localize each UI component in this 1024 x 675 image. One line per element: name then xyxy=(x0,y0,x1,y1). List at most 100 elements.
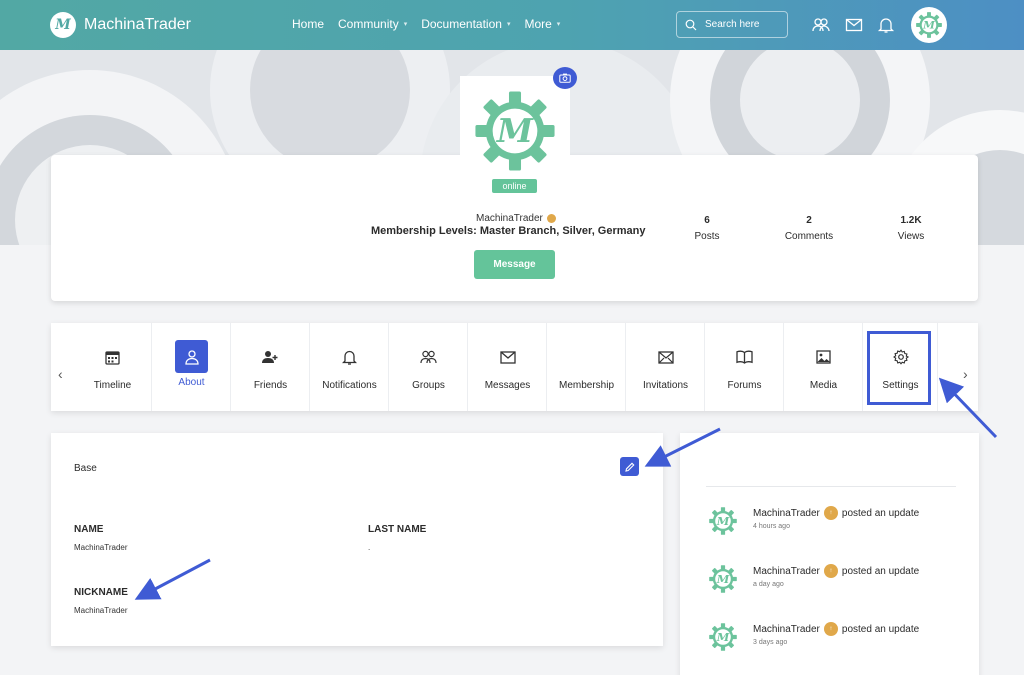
chevron-down-icon: ▾ xyxy=(506,21,511,28)
avatar-logo-icon xyxy=(916,12,942,38)
tab-membership-label: Membership xyxy=(558,380,615,391)
tab-about[interactable]: About xyxy=(153,323,231,411)
activity-avatar xyxy=(709,507,737,535)
settings-highlight-box xyxy=(867,331,931,405)
base-info-panel xyxy=(51,433,663,646)
tab-timeline-label: Timeline xyxy=(93,380,132,391)
tab-groups[interactable]: Groups xyxy=(390,323,468,411)
activity-avatar xyxy=(709,565,737,593)
activity-user[interactable]: MachinaTrader xyxy=(753,566,820,577)
activity-user[interactable]: MachinaTrader xyxy=(753,508,820,519)
user-icon xyxy=(175,340,208,373)
tab-invitations[interactable]: Invitations xyxy=(627,323,705,411)
tab-messages-label: Messages xyxy=(484,380,531,391)
nav-documentation-label: Documentation xyxy=(421,17,502,31)
stat-comments-label: Comments xyxy=(784,231,834,242)
camera-icon xyxy=(559,73,571,83)
tab-notifications[interactable]: Notifications xyxy=(311,323,389,411)
nav-home-label: Home xyxy=(292,17,325,31)
search-icon xyxy=(685,19,697,30)
groups-icon xyxy=(420,348,438,366)
activity-divider xyxy=(706,486,956,487)
bell-icon[interactable] xyxy=(877,16,895,34)
tab-membership[interactable]: Membership xyxy=(548,323,626,411)
activity-avatar xyxy=(709,623,737,651)
rank-badge-icon: ↑ xyxy=(823,622,838,636)
name-label: NAME xyxy=(74,524,104,535)
membership-levels: Membership Levels: Master Branch, Silver… xyxy=(371,225,646,237)
tab-media[interactable]: Media xyxy=(785,323,863,411)
change-photo-button[interactable] xyxy=(553,67,577,89)
stat-comments-value: 2 xyxy=(806,215,812,226)
nav-documentation[interactable]: Documentation ▾ xyxy=(421,17,510,31)
rank-badge-icon: ↑ xyxy=(823,564,838,578)
friends-icon[interactable] xyxy=(812,16,830,34)
add-friend-icon xyxy=(262,348,280,366)
user-avatar[interactable] xyxy=(911,7,947,43)
activity-action: posted an update xyxy=(841,623,920,635)
last-name-value: . xyxy=(368,543,371,552)
base-section-title: Base xyxy=(74,463,97,474)
membership-icon xyxy=(578,348,596,366)
envelope-icon[interactable] xyxy=(845,16,863,34)
nickname-label: NICKNAME xyxy=(74,587,128,598)
tab-about-label: About xyxy=(178,377,205,388)
chevron-down-icon: ▾ xyxy=(403,21,408,28)
activity-action: posted an update xyxy=(841,507,920,519)
calendar-icon xyxy=(104,348,122,366)
profile-name: MachinaTrader xyxy=(476,213,556,224)
activity-item[interactable]: MachinaTrader ↑ posted an update a day ago xyxy=(708,564,919,594)
chevron-left-icon[interactable]: ‹ xyxy=(58,366,63,382)
tab-invitations-label: Invitations xyxy=(642,380,689,391)
edit-button[interactable] xyxy=(620,457,639,476)
book-icon xyxy=(736,348,754,366)
brand-name: MachinaTrader xyxy=(84,16,192,33)
name-value: MachinaTrader xyxy=(74,543,128,552)
profile-logo-icon xyxy=(475,91,555,171)
tab-forums-label: Forums xyxy=(727,380,762,391)
nav-community[interactable]: Community ▾ xyxy=(338,17,407,31)
activity-action: posted an update xyxy=(841,565,920,577)
main-nav: Home Community ▾ Documentation ▾ More ▾ xyxy=(292,17,560,31)
envelope-icon xyxy=(499,348,517,366)
stat-views-value: 1.2K xyxy=(900,215,922,226)
chevron-right-icon[interactable]: › xyxy=(963,366,968,382)
tab-notifications-label: Notifications xyxy=(322,380,377,391)
activity-time: 4 hours ago xyxy=(753,523,790,530)
chevron-down-icon: ▾ xyxy=(556,21,561,28)
stat-views[interactable]: 1.2K Views xyxy=(876,215,946,242)
activity-item[interactable]: MachinaTrader ↑ posted an update 4 hours a… xyxy=(708,506,919,536)
search-box[interactable] xyxy=(676,11,788,38)
tab-forums[interactable]: Forums xyxy=(706,323,784,411)
tab-friends[interactable]: Friends xyxy=(232,323,310,411)
pencil-icon xyxy=(624,462,634,472)
stat-comments[interactable]: 2 Comments xyxy=(774,215,844,242)
tab-messages[interactable]: Messages xyxy=(469,323,547,411)
site-logo[interactable]: M MachinaTrader xyxy=(50,12,191,38)
nav-community-label: Community xyxy=(338,17,399,31)
search-input[interactable] xyxy=(705,19,785,30)
image-icon xyxy=(815,348,833,366)
logo-icon: M xyxy=(50,12,76,38)
tab-media-label: Media xyxy=(809,380,838,391)
activity-user[interactable]: MachinaTrader xyxy=(753,624,820,635)
tab-friends-label: Friends xyxy=(253,380,288,391)
online-status-badge: online xyxy=(492,179,537,193)
last-name-label: LAST NAME xyxy=(368,524,427,535)
tab-timeline[interactable]: Timeline xyxy=(74,323,152,411)
stat-posts-label: Posts xyxy=(694,231,720,242)
nickname-value: MachinaTrader xyxy=(74,606,128,615)
profile-avatar[interactable] xyxy=(460,76,570,171)
activity-time: 3 days ago xyxy=(753,639,788,646)
stat-posts[interactable]: 6 Posts xyxy=(672,215,742,242)
invitation-icon xyxy=(657,348,675,366)
activity-item[interactable]: MachinaTrader ↑ posted an update 3 days ag… xyxy=(708,622,919,652)
nav-more[interactable]: More ▾ xyxy=(524,17,560,31)
activity-time: a day ago xyxy=(753,581,784,588)
rank-badge-icon: ↑ xyxy=(823,506,838,520)
message-button[interactable]: Message xyxy=(474,250,555,279)
stat-posts-value: 6 xyxy=(704,215,710,226)
bell-icon xyxy=(341,348,359,366)
nav-home[interactable]: Home xyxy=(292,17,324,31)
profile-name-text: MachinaTrader xyxy=(476,213,543,224)
